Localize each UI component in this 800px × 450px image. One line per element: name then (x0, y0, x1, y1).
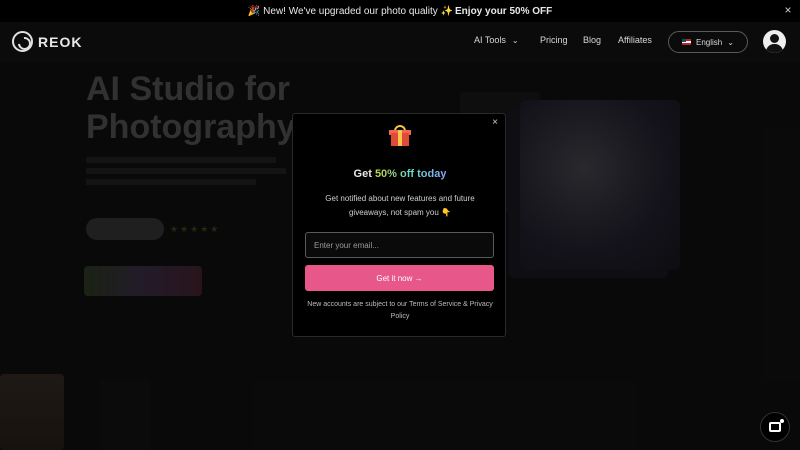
chat-icon[interactable] (760, 412, 790, 442)
announcement-bar: 🎉 New! We've upgraded our photo quality … (0, 0, 800, 22)
get-it-now-button[interactable]: Get it now → (305, 265, 494, 291)
promo-modal: × Get 50% off today Get notified about n… (292, 113, 506, 337)
gift-icon (389, 125, 411, 147)
modal-title-prefix: Get (353, 168, 375, 180)
terms-text: New accounts are subject to our Terms of… (307, 301, 493, 320)
us-flag-icon (682, 39, 692, 45)
chevron-down-icon: ⌄ (511, 35, 519, 45)
user-icon[interactable] (763, 30, 786, 53)
party-emoji: 🎉 (247, 5, 261, 17)
modal-description: Get notified about new features and futu… (325, 194, 475, 217)
close-icon[interactable]: × (489, 117, 501, 129)
logo-icon (12, 31, 33, 52)
close-icon[interactable]: × (780, 2, 796, 18)
language-label: English (696, 37, 723, 47)
email-field[interactable] (305, 232, 494, 258)
site-header: REOK AI Tools ⌄ Pricing Blog Affiliates … (0, 22, 800, 62)
announcement-highlight[interactable]: Enjoy your 50% OFF (455, 6, 552, 17)
nav-pricing[interactable]: Pricing (540, 35, 568, 45)
nav-ai-tools-label: AI Tools (474, 35, 506, 45)
announcement-text: New! We've upgraded our photo quality ✨ (263, 5, 454, 17)
modal-title: Get 50% off today (293, 168, 507, 180)
nav-ai-tools[interactable]: AI Tools ⌄ (474, 35, 519, 45)
nav-affiliates[interactable]: Affiliates (618, 35, 652, 45)
nav-blog[interactable]: Blog (583, 35, 601, 45)
chevron-down-icon: ⌄ (727, 37, 734, 47)
logo[interactable]: REOK (12, 31, 82, 52)
modal-title-highlight: 50% off today (374, 168, 447, 180)
language-selector[interactable]: English ⌄ (668, 31, 748, 53)
logo-text: REOK (38, 33, 83, 50)
